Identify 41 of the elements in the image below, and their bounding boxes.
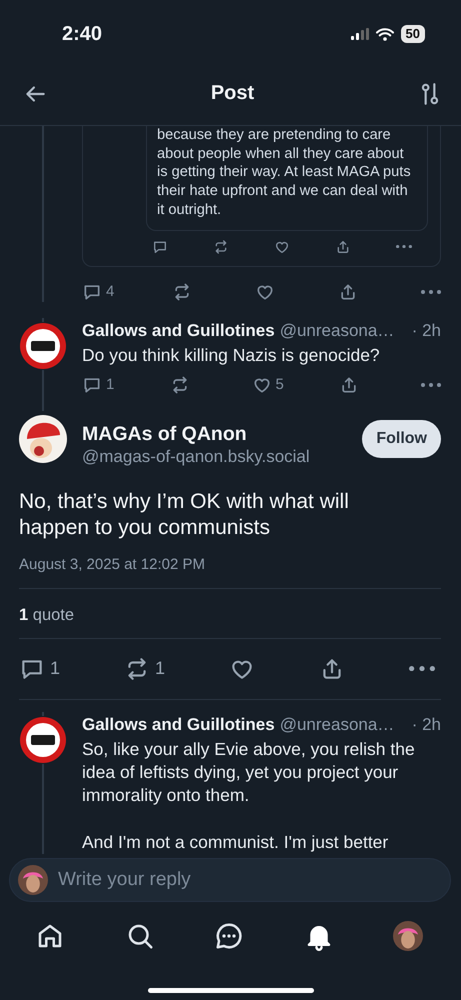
quote-text: because they are pretending to care about people when all they care about is getting their way. At least MAGA puts their hate upfront and we can deal with it outright. bbox=[157, 126, 412, 220]
post-time: · 2h bbox=[412, 320, 441, 342]
speech-bubble-icon bbox=[152, 238, 168, 255]
avatar bbox=[19, 414, 67, 463]
author-handle: @magas-of-qanon.bsky.social bbox=[82, 446, 311, 468]
avatar bbox=[19, 716, 67, 764]
post-text: So, like your ally Evie above, you relish the idea of leftists dying, yet you project your immorality onto them. And I'm not a communist. I'm just better bbox=[82, 738, 416, 854]
profile-tab[interactable] bbox=[392, 920, 424, 952]
reply-field[interactable]: Write your reply bbox=[9, 858, 451, 902]
reply-button[interactable]: 4 bbox=[82, 282, 114, 302]
reply-button[interactable]: 1 bbox=[19, 656, 60, 682]
more-button[interactable] bbox=[408, 666, 435, 672]
follow-button[interactable]: Follow bbox=[362, 420, 441, 458]
share-icon bbox=[335, 238, 351, 255]
author-name: Gallows and Guillotines bbox=[82, 320, 275, 342]
author-handle: @unreasona… bbox=[280, 320, 394, 342]
wifi-icon bbox=[376, 28, 394, 40]
post-text: No, that’s why I’m OK with what will happen to you communists bbox=[19, 488, 350, 541]
post-time: · 2h bbox=[412, 714, 441, 736]
avatar bbox=[19, 322, 67, 370]
post-text: Do you think killing Nazis is genocide? bbox=[82, 344, 381, 367]
author-handle: @unreasona… bbox=[280, 714, 394, 736]
like-button[interactable]: 5 bbox=[252, 374, 284, 395]
more-icon bbox=[396, 244, 412, 248]
post-date: August 3, 2025 at 12:02 PM bbox=[19, 554, 441, 589]
reply-button[interactable]: 1 bbox=[82, 374, 114, 395]
avatar bbox=[393, 921, 423, 951]
author-name: Gallows and Guillotines bbox=[82, 714, 275, 736]
clock-time: 2:40 bbox=[62, 22, 102, 46]
repost-button[interactable]: 1 bbox=[124, 656, 166, 682]
repost-icon bbox=[213, 238, 229, 255]
quote-count[interactable]: 1 quote bbox=[19, 588, 441, 639]
author-name: MAGAs of QAnon bbox=[82, 422, 248, 446]
chat-bubble-icon bbox=[214, 921, 244, 951]
signal-icon bbox=[350, 28, 369, 40]
more-icon bbox=[420, 290, 441, 294]
avatar bbox=[18, 865, 48, 895]
page-title: Post bbox=[210, 82, 254, 105]
more-icon bbox=[408, 666, 435, 672]
more-icon bbox=[421, 382, 441, 387]
battery-level: 50 bbox=[400, 25, 425, 43]
